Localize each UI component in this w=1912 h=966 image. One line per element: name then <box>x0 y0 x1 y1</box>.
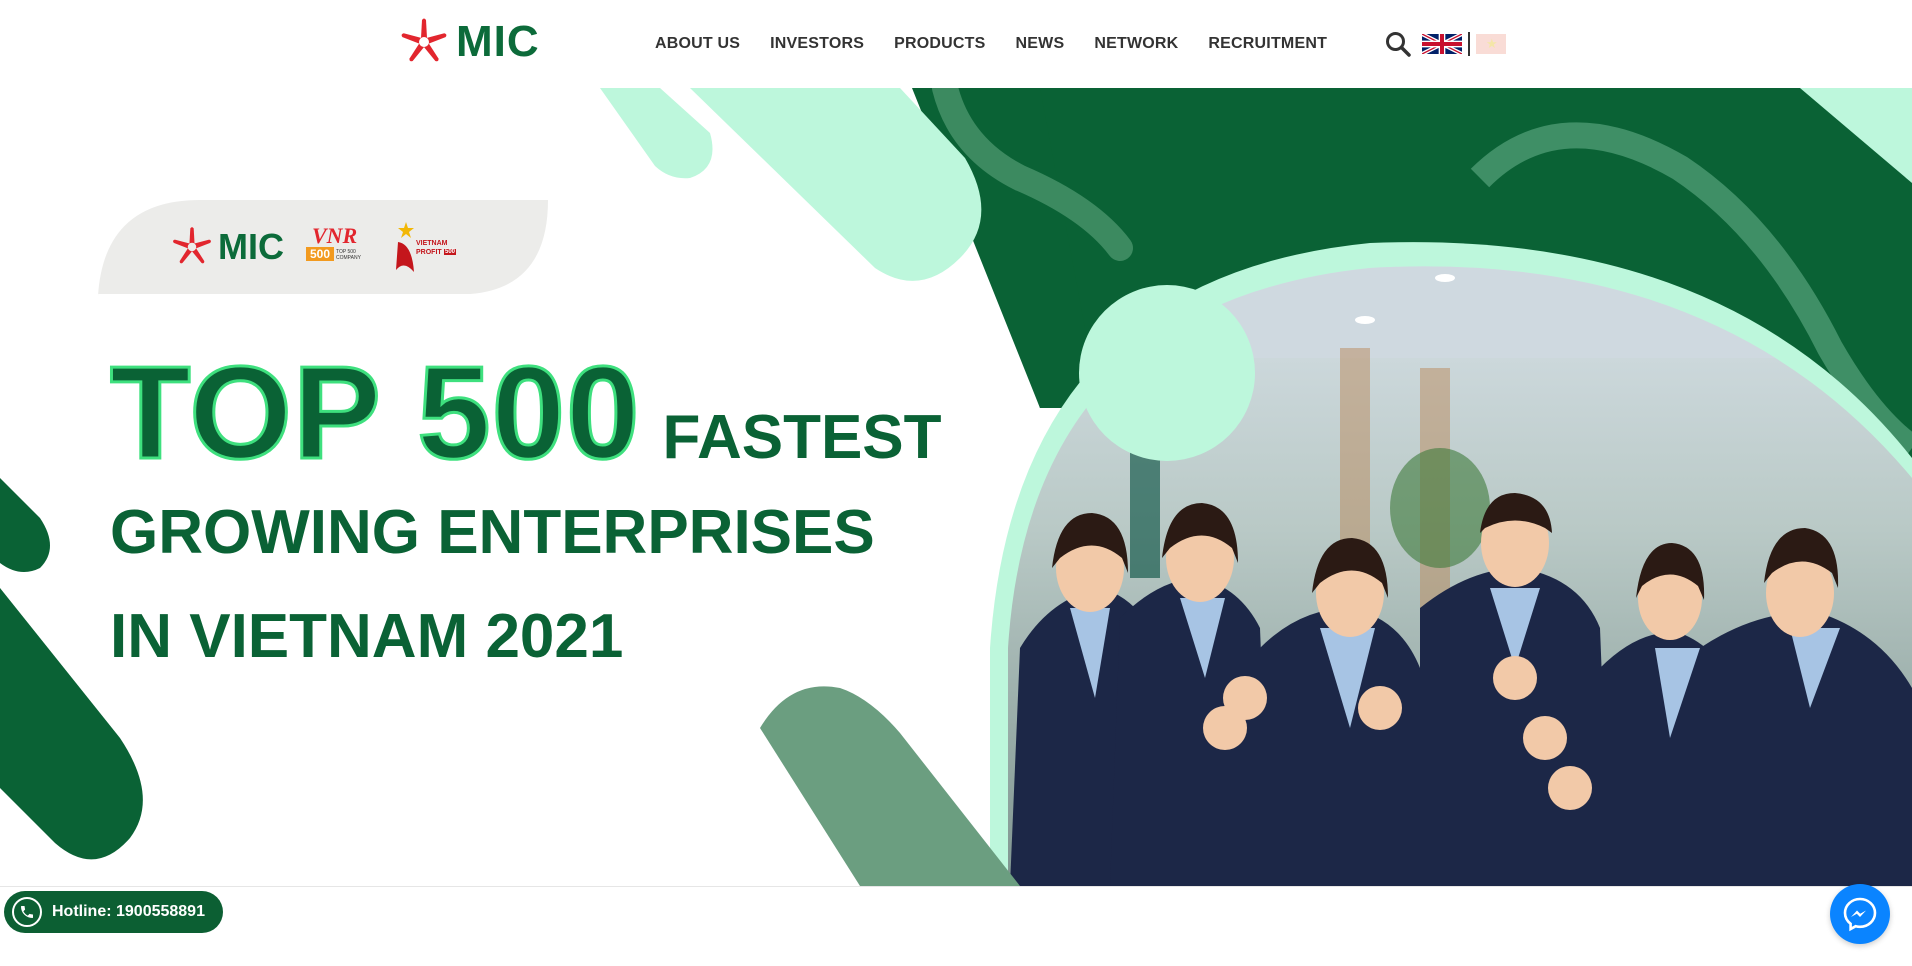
search-icon[interactable] <box>1384 30 1412 58</box>
vnr-number: 500 <box>306 247 335 261</box>
hotline-button[interactable]: Hotline: 1900558891 <box>4 891 223 933</box>
mint-circle <box>1079 285 1255 461</box>
nav-item-news[interactable]: NEWS <box>1001 35 1080 53</box>
award-badge: MIC VNR 500 TOP 500 COMPANY VIETNAM PROF… <box>170 220 458 274</box>
nav-item-investors[interactable]: INVESTORS <box>755 35 879 53</box>
phone-icon <box>12 897 42 927</box>
mic-star-logo-icon <box>401 18 447 62</box>
site-header: MIC ABOUT US INVESTORS PRODUCTS NEWS NET… <box>0 0 1912 88</box>
profit-line2: PROFIT <box>416 249 442 256</box>
site-logo[interactable]: MIC <box>398 16 540 68</box>
badge-logo-text: MIC <box>218 226 284 267</box>
language-divider <box>1468 32 1470 56</box>
nav-item-products[interactable]: PRODUCTS <box>879 35 1000 53</box>
hero-headline: TOP 500 FASTEST GROWING ENTERPRISES IN V… <box>109 339 942 672</box>
headline-line3: IN VIETNAM 2021 <box>110 602 624 671</box>
profit-text: VIETNAM <box>416 240 448 247</box>
logo-text: MIC <box>456 17 540 66</box>
vnr-text: VNR <box>312 223 358 248</box>
main-nav: ABOUT US INVESTORS PRODUCTS NEWS NETWORK… <box>640 0 1342 88</box>
vnr500-logo: VNR 500 TOP 500 COMPANY <box>306 223 372 271</box>
nav-item-recruitment[interactable]: RECRUITMENT <box>1193 35 1342 53</box>
profit-flame-icon <box>396 222 414 272</box>
mic-star-small-icon <box>173 227 211 264</box>
headline-fastest: FASTEST <box>662 403 942 472</box>
nav-item-network[interactable]: NETWORK <box>1079 35 1193 53</box>
vietnam-profit-logo: VIETNAM PROFIT 500 <box>394 220 458 274</box>
hotline-label: Hotline: 1900558891 <box>52 903 205 920</box>
messenger-icon <box>1843 897 1877 932</box>
flag-vn-icon[interactable]: ★ <box>1476 34 1506 54</box>
flag-uk-icon[interactable] <box>1422 34 1462 54</box>
profit-badge: 500 <box>444 249 457 255</box>
badge-mic-logo: MIC <box>170 225 284 269</box>
sage-stripe <box>760 686 1020 886</box>
hero-banner[interactable]: MIC VNR 500 TOP 500 COMPANY VIETNAM PROF… <box>0 88 1912 886</box>
banner-divider <box>0 886 1912 887</box>
left-stripe-upper <box>0 478 50 572</box>
nav-item-about-us[interactable]: ABOUT US <box>640 35 755 53</box>
mint-stripe-top <box>600 88 713 179</box>
vnr-subtitle: TOP 500 COMPANY <box>336 249 361 261</box>
headline-top500: TOP 500 <box>109 339 641 486</box>
messenger-button[interactable] <box>1830 884 1890 944</box>
headline-line2: GROWING ENTERPRISES <box>110 498 875 567</box>
